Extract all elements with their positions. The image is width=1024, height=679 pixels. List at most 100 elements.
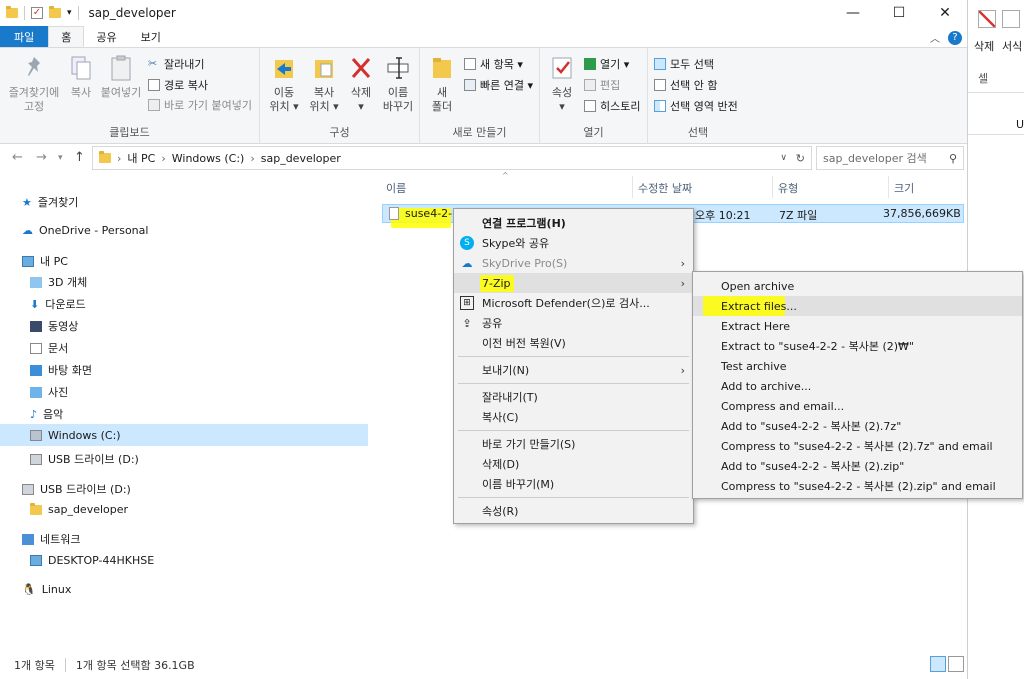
properties-button[interactable]: 속성 ▾ [544,54,580,114]
nav-sap-developer[interactable]: sap_developer [30,502,128,516]
submenu-item-extract-to[interactable]: Extract to "suse4-2-2 - 복사본 (2)₩" [693,336,1022,356]
menu-item-share[interactable]: ⇪ 공유 [454,313,693,333]
menu-item-cut[interactable]: 잘라내기(T) [454,387,693,407]
nav-desktop[interactable]: 바탕 화면 [30,362,92,378]
nav-usb-d[interactable]: USB 드라이브 (D:) [22,481,131,497]
tab-home[interactable]: 홈 [48,26,85,47]
invert-selection-button[interactable]: 선택 영역 반전 [654,98,738,114]
nav-quick-access[interactable]: ★ 즐겨찾기 [22,194,78,210]
collapse-ribbon-icon[interactable]: ︿ [930,30,940,45]
move-to-button[interactable]: 이동 위치 ▾ [264,54,304,114]
back-icon[interactable]: ← [12,150,23,165]
submenu-item-open-archive[interactable]: Open archive [693,276,1022,296]
rename-button[interactable]: 이름 바꾸기 [378,54,418,114]
nav-pictures[interactable]: 사진 [30,384,68,400]
forward-icon[interactable]: → [36,150,47,165]
nav-this-pc[interactable]: 내 PC [22,253,68,269]
format-cells-icon[interactable] [1002,10,1020,28]
menu-item-properties[interactable]: 속성(R) [454,501,693,521]
nav-onedrive[interactable]: ☁ OneDrive - Personal [22,224,148,237]
help-icon[interactable]: ? [948,30,962,45]
breadcrumb-folder[interactable]: sap_developer [261,152,341,165]
close-button[interactable]: ✕ [922,0,967,26]
delete-button[interactable]: 삭제 ▾ [344,54,378,114]
menu-item-restore-versions[interactable]: 이전 버전 복원(V) [454,333,693,353]
easy-access-button[interactable]: 빠른 연결 ▾ [464,77,533,93]
open-button[interactable]: 열기 ▾ [584,56,629,72]
nav-videos[interactable]: 동영상 [30,318,78,334]
edit-button[interactable]: 편집 [584,77,620,93]
column-header-name[interactable]: 이름 [386,180,406,196]
nav-label: Linux [41,583,72,596]
nav-windows-c[interactable]: Windows (C:) [0,424,368,446]
new-folder-button[interactable]: 새 폴더 [424,54,460,114]
menu-item-defender-scan[interactable]: ⊞ Microsoft Defender(으)로 검사... [454,293,693,313]
copy-button[interactable]: 복사 [64,54,98,100]
select-none-button[interactable]: 선택 안 함 [654,77,717,93]
paste-shortcut-button[interactable]: 바로 가기 붙여넣기 [148,97,252,113]
properties-icon[interactable]: ✓ [31,7,43,19]
rename-label-2: 바꾸기 [382,100,414,113]
nav-documents[interactable]: 문서 [30,340,68,356]
submenu-item-compress-7z-email[interactable]: Compress to "suse4-2-2 - 복사본 (2).7z" and… [693,436,1022,456]
menu-item-open-with[interactable]: 연결 프로그램(H) [454,213,693,233]
nav-3d-objects[interactable]: 3D 개체 [30,274,87,290]
select-all-button[interactable]: 모두 선택 [654,56,714,72]
search-input[interactable]: sap_developer 검색 ⚲ [816,146,964,170]
new-folder-icon[interactable] [49,6,61,18]
menu-item-create-shortcut[interactable]: 바로 가기 만들기(S) [454,434,693,454]
submenu-item-compress-zip-email[interactable]: Compress to "suse4-2-2 - 복사본 (2).zip" an… [693,476,1022,496]
search-icon[interactable]: ⚲ [949,152,957,165]
tab-file[interactable]: 파일 [0,26,49,47]
submenu-item-test-archive[interactable]: Test archive [693,356,1022,376]
menu-item-send-to[interactable]: 보내기(N) › [454,360,693,380]
maximize-button[interactable]: ☐ [876,0,922,26]
refresh-icon[interactable]: ↻ [796,152,805,165]
minimize-button[interactable]: — [830,0,876,26]
details-view-button[interactable] [930,656,946,672]
menu-item-copy[interactable]: 복사(C) [454,407,693,427]
history-button[interactable]: 히스토리 [584,98,640,114]
address-dropdown-icon[interactable]: ∨ [780,153,787,163]
up-icon[interactable]: ↑ [74,150,85,165]
column-header-modified[interactable]: 수정한 날짜 [638,180,692,196]
menu-item-skydrive-pro[interactable]: ☁ SkyDrive Pro(S) › [454,253,693,273]
large-icons-view-button[interactable] [948,656,964,672]
delete-cells-icon[interactable] [978,10,996,28]
menu-item-delete[interactable]: 삭제(D) [454,454,693,474]
menu-item-skype-share[interactable]: S Skype와 공유 [454,233,693,253]
column-header-type[interactable]: 유형 [778,180,798,196]
submenu-item-compress-email[interactable]: Compress and email... [693,396,1022,416]
new-item-button[interactable]: 새 항목 ▾ [464,56,523,72]
delete-label: 삭제 [350,86,372,99]
nav-music[interactable]: ♪ 음악 [30,406,63,422]
tab-share[interactable]: 공유 [84,26,128,47]
nav-usb-d-sub[interactable]: USB 드라이브 (D:) [30,451,139,467]
customize-quick-access-icon[interactable]: ▾ [67,8,72,18]
column-header-size[interactable]: 크기 [894,180,914,196]
nav-desktop-computer[interactable]: DESKTOP-44HKHSE [30,554,154,567]
submenu-item-add-to-zip[interactable]: Add to "suse4-2-2 - 복사본 (2).zip" [693,456,1022,476]
nav-network[interactable]: 네트워크 [22,531,80,547]
tab-view[interactable]: 보기 [129,26,173,47]
menu-divider [458,497,689,498]
file-type: 7Z 파일 [779,209,818,222]
breadcrumb-drive[interactable]: Windows (C:) [172,152,245,165]
menu-item-7zip[interactable]: 7-Zip › [454,273,693,293]
submenu-item-extract-here[interactable]: Extract Here [693,316,1022,336]
paste-button[interactable]: 붙여넣기 [98,54,144,100]
recent-locations-icon[interactable]: ▾ [58,153,63,163]
breadcrumb-this-pc[interactable]: 내 PC [127,150,155,166]
copy-to-button[interactable]: 복사 위치 ▾ [304,54,344,114]
nav-linux[interactable]: 🐧 Linux [22,583,71,596]
address-bar[interactable]: › 내 PC › Windows (C:) › sap_developer ∨ … [92,146,812,170]
submenu-item-add-to-archive[interactable]: Add to archive... [693,376,1022,396]
submenu-item-extract-files[interactable]: Extract files... [693,296,1022,316]
nav-downloads[interactable]: ⬇ 다운로드 [30,296,86,312]
submenu-item-add-to-7z[interactable]: Add to "suse4-2-2 - 복사본 (2).7z" [693,416,1022,436]
scissors-icon: ✂ [148,57,158,70]
copy-path-button[interactable]: 경로 복사 [148,77,208,93]
cut-button[interactable]: ✂ 잘라내기 [148,56,204,72]
menu-item-rename[interactable]: 이름 바꾸기(M) [454,474,693,494]
pin-to-quick-access-button[interactable]: 즐겨찾기에 고정 [4,54,64,114]
